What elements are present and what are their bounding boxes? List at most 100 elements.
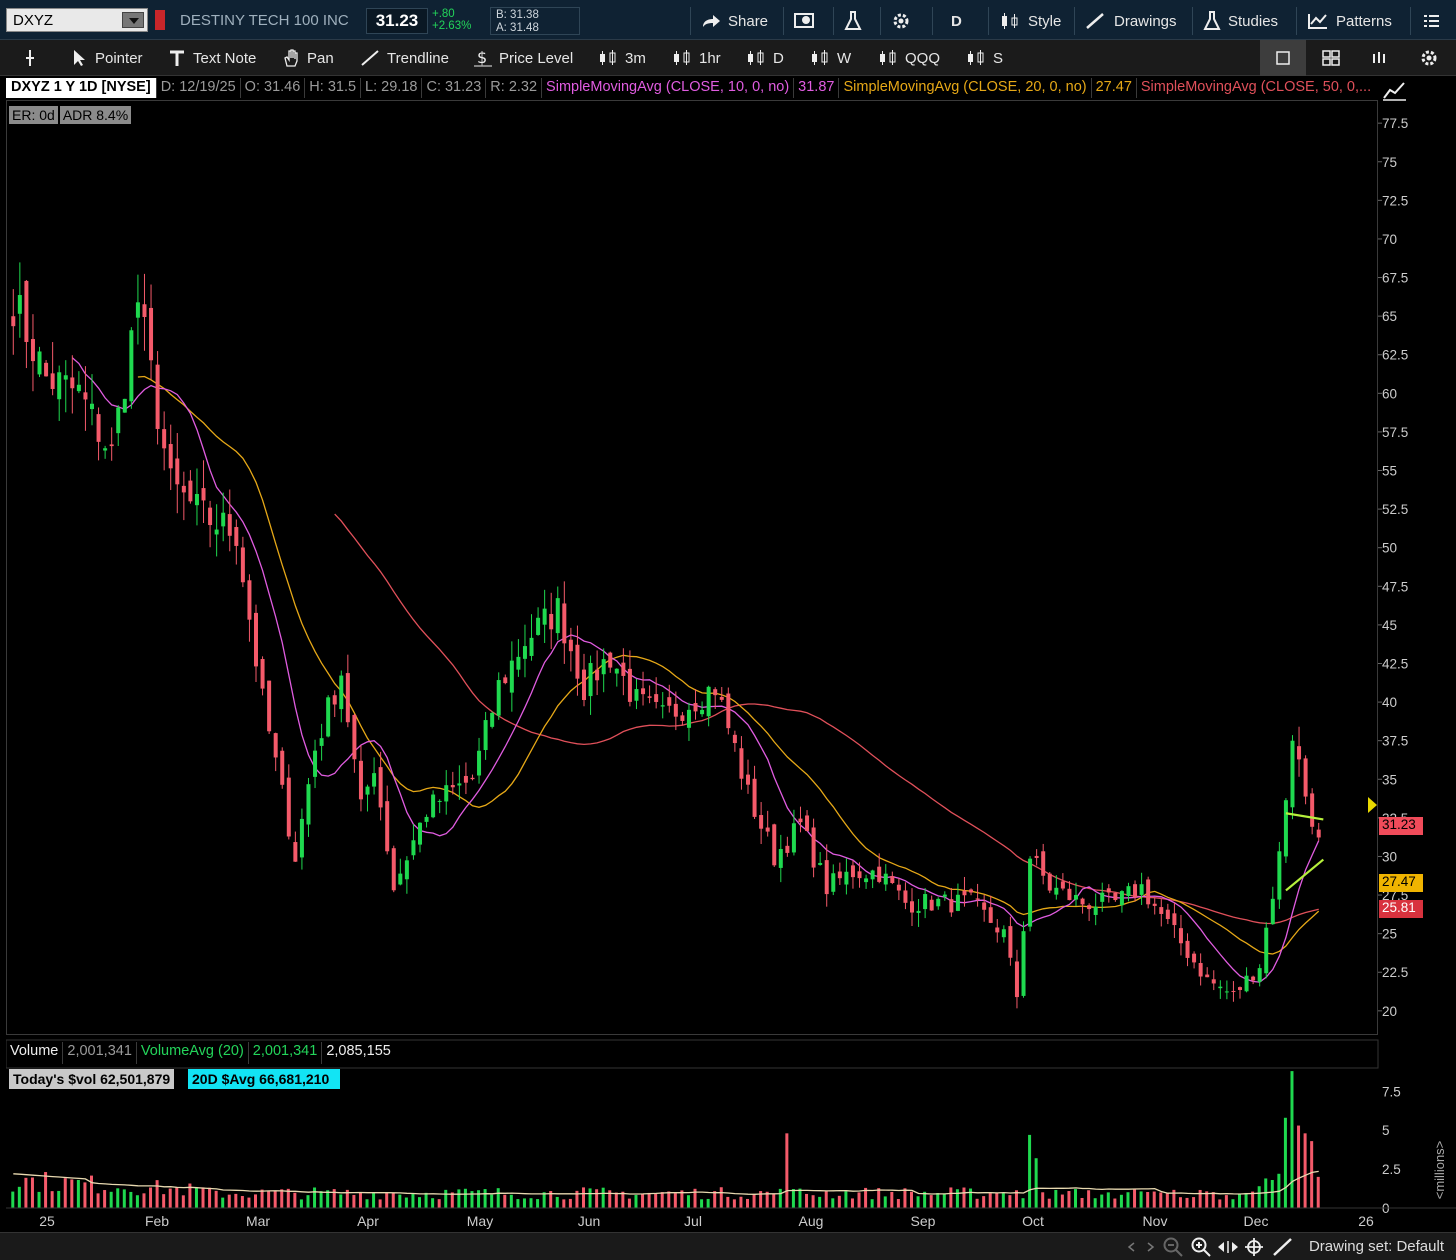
grid-layout-button[interactable] (783, 7, 827, 35)
candle-body (280, 750, 285, 785)
candle-body (122, 398, 127, 413)
chart-settings-button[interactable] (1406, 40, 1452, 76)
drawing-set-label[interactable]: Drawing set: Default (1309, 1238, 1444, 1255)
todays-dollar-volume-badge: Today's $vol 62,501,879 (9, 1069, 175, 1089)
timeframe-1hr[interactable]: 1hr (672, 46, 721, 70)
symbol-dropdown-button[interactable] (122, 12, 144, 28)
all-layout-button[interactable] (1356, 40, 1402, 76)
patterns-button[interactable]: Patterns (1296, 7, 1406, 35)
flag-icon[interactable] (155, 10, 165, 30)
compare-s[interactable]: S (966, 46, 1003, 70)
sma20-label[interactable]: SimpleMovingAvg (CLOSE, 20, 0, no) (839, 78, 1092, 98)
volume-bar (260, 1189, 264, 1208)
single-layout-button[interactable] (1260, 40, 1306, 76)
volume-label[interactable]: Volume (6, 1042, 64, 1064)
candle-body (1080, 898, 1085, 905)
candle-body (831, 873, 836, 892)
candle-body (83, 392, 88, 400)
candle-body (910, 901, 914, 913)
candle-body (1198, 963, 1203, 977)
candle-body (969, 889, 974, 893)
volume-bar (1283, 1117, 1287, 1208)
crosshair-icon[interactable] (1244, 1237, 1264, 1257)
price-level-tool[interactable]: $ Price Level (474, 46, 573, 70)
gear-icon (893, 13, 909, 29)
lab-button[interactable] (833, 7, 877, 35)
trendline-tool[interactable]: Trendline (360, 46, 449, 70)
volume-bar (1021, 1198, 1025, 1208)
candle-body (641, 688, 646, 695)
chart-type-icon[interactable] (1382, 80, 1408, 102)
text-note-tool[interactable]: Text Note (168, 46, 256, 70)
candle-body (1028, 858, 1033, 927)
volume-bar (76, 1179, 80, 1208)
fit-icon[interactable] (1216, 1238, 1240, 1256)
volume-bar (142, 1193, 146, 1208)
volume-bar (1290, 1071, 1294, 1208)
price-tick-label: 25 (1382, 927, 1397, 942)
volume-bar (667, 1191, 671, 1208)
pin-button[interactable] (22, 46, 45, 70)
candle-body (1041, 851, 1046, 876)
time-axis[interactable]: 25 Feb Mar Apr May Jun Jul Aug Sep Oct Nov Dec 26 (6, 1207, 1456, 1230)
drawings-label: Drawings (1114, 12, 1177, 30)
pan-tool[interactable]: Pan (282, 46, 334, 70)
share-button[interactable]: Share (690, 7, 768, 35)
volume-bar (916, 1196, 920, 1208)
price-tick-label: 47.5 (1382, 579, 1408, 594)
drawings-button[interactable]: Drawings (1074, 7, 1188, 35)
volume-bar (732, 1199, 736, 1208)
candle-body (1231, 990, 1236, 992)
timeframe-w[interactable]: W (810, 46, 851, 70)
pointer-tool[interactable]: Pointer (72, 46, 143, 70)
aggregation-button[interactable]: D (932, 7, 984, 35)
volume-bar (778, 1188, 782, 1208)
volume-bar (529, 1198, 533, 1208)
candle-body (575, 644, 580, 679)
volume-tick-label: 2.5 (1382, 1162, 1401, 1177)
trendline-icon (361, 50, 379, 66)
grid-layout-button[interactable] (1308, 40, 1354, 76)
menu-button[interactable] (1410, 7, 1456, 35)
candle-body (614, 668, 619, 674)
volume-bar (122, 1189, 126, 1208)
volume-avg-label[interactable]: VolumeAvg (20) (137, 1042, 249, 1064)
trendline-label: Trendline (387, 49, 449, 67)
candle-body (221, 512, 226, 527)
scroll-right-icon[interactable] (1144, 1241, 1156, 1253)
timeframe-d[interactable]: D (746, 46, 784, 70)
candle-icon (812, 50, 828, 65)
candle-body (365, 786, 370, 795)
candle-body (214, 529, 219, 535)
volume-bar (1087, 1190, 1091, 1208)
candle-body (477, 750, 482, 776)
style-button[interactable]: Style (988, 7, 1070, 35)
trendlines[interactable] (1285, 812, 1325, 892)
candle-body (1034, 855, 1039, 858)
studies-button[interactable]: Studies (1192, 7, 1292, 35)
draw-line-icon[interactable] (1272, 1237, 1294, 1257)
settings-button[interactable] (880, 7, 928, 35)
zoom-out-icon[interactable] (1162, 1236, 1184, 1258)
volume-bar (975, 1198, 979, 1208)
sma50-label[interactable]: SimpleMovingAvg (CLOSE, 50, 0,... (1137, 78, 1375, 98)
candle-body (975, 898, 980, 900)
volume-bar (477, 1190, 481, 1208)
price-tick-label: 22.5 (1382, 965, 1408, 980)
compare-qqq[interactable]: QQQ (878, 46, 940, 70)
price-tick-label: 52.5 (1382, 502, 1408, 517)
zoom-in-icon[interactable] (1190, 1236, 1212, 1258)
price-tick-label: 40 (1382, 695, 1397, 710)
sma10-label[interactable]: SimpleMovingAvg (CLOSE, 10, 0, no) (542, 78, 795, 98)
timeframe-3m[interactable]: 3m (598, 46, 646, 70)
volume-bar (1238, 1194, 1241, 1208)
scroll-left-icon[interactable] (1126, 1241, 1138, 1253)
volume-bar (490, 1194, 494, 1208)
candle-body (1303, 758, 1308, 797)
list-menu-icon (1424, 15, 1439, 27)
chart-ticker-label[interactable]: DXYZ 1 Y 1D [NYSE] (6, 78, 157, 98)
volume-bar (686, 1195, 690, 1208)
candle-body (313, 750, 318, 777)
volume-bar (358, 1192, 362, 1208)
candle-body (1113, 892, 1118, 901)
